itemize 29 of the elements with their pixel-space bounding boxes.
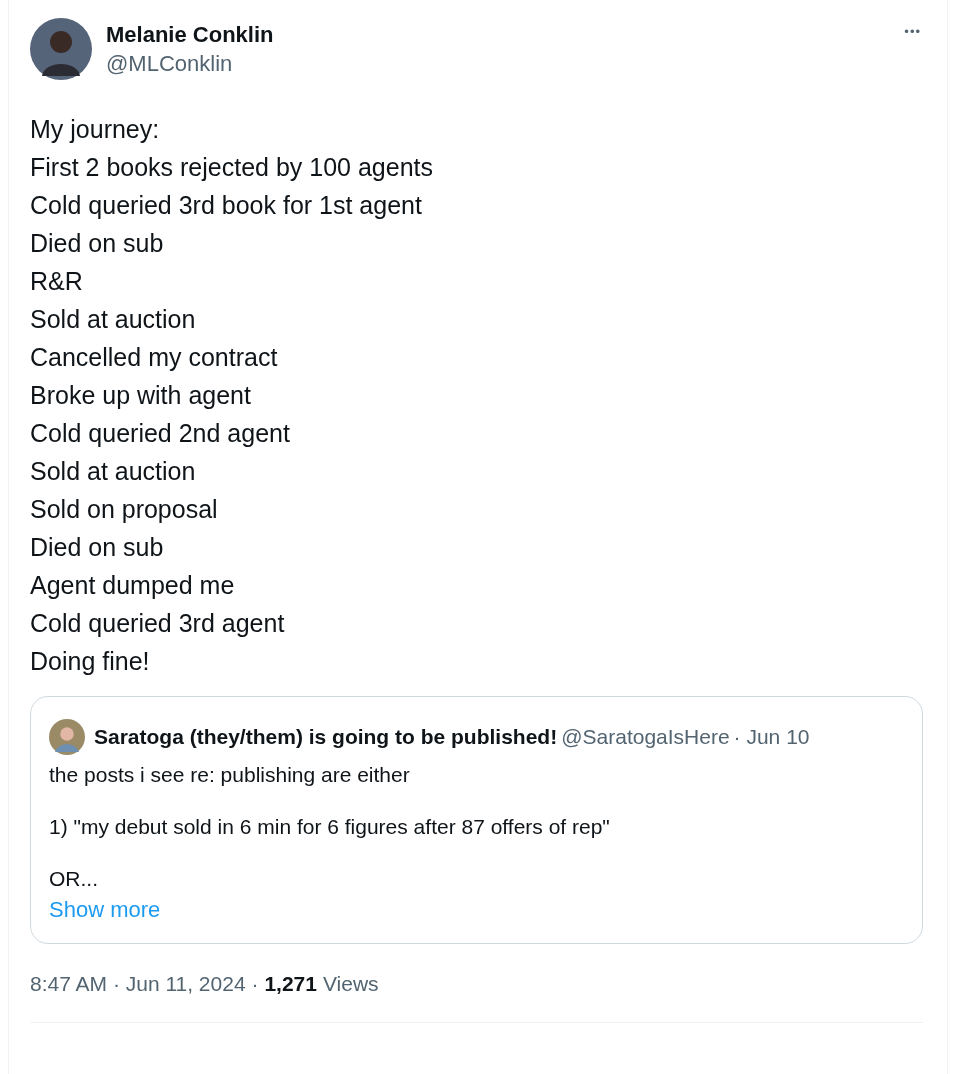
avatar-icon[interactable] [30,18,92,80]
quoted-tweet-text: 1) "my debut sold in 6 min for 6 figures after 87 offers of rep" [49,814,611,840]
quoted-author-handle[interactable]: @SaratogaIsHere [561,725,730,749]
tweet-text-line: First 2 books rejected by 100 agents [30,152,434,183]
tweet-timestamp[interactable]: 8:47 AM · Jun 11, 2024 · [30,972,259,996]
tweet-text-line: Cancelled my contract [30,342,279,373]
author-handle[interactable]: @MLConklin [106,49,274,79]
tweet-text-line: Cold queried 2nd agent [30,418,291,449]
quoted-tweet-card[interactable]: Saratoga (they/them) is going to be published! @SaratogaIsHere · Jun 10 the posts i see re: publishing are either 1) "my debut sold in 6 min for 6 figures after 87 offers of rep" OR... Show more [30,696,923,944]
more-button[interactable]: ••• [902,22,923,41]
tweet-text-line: Cold queried 3rd agent [30,608,286,639]
quoted-author-name[interactable]: Saratoga (they/them) is going to be published! [94,725,558,749]
tweet-text-line: Sold on proposal [30,494,219,525]
author-name[interactable]: Melanie Conklin [106,21,274,49]
tweet-text-line: Sold at auction [30,304,197,335]
tweet-text-line: My journey: [30,114,161,145]
tweet-text-line: Died on sub [30,228,165,259]
views-label: Views [323,972,379,996]
tweet-text-line: Cold queried 3rd book for 1st agent [30,190,423,221]
quoted-tweet-text: the posts i see re: publishing are either [49,762,411,788]
tweet-text-line: R&R [30,266,84,297]
tweet-text-line: Doing fine! [30,646,151,677]
views-count: 1,271 [264,972,317,996]
tweet-text-line: Broke up with agent [30,380,252,411]
tweet-text-line: Agent dumped me [30,570,236,601]
quoted-tweet-date[interactable]: · Jun 10 [733,725,810,749]
tweet-text-line: Sold at auction [30,456,197,487]
quoted-tweet-text: OR... [49,866,99,892]
tweet-text-line: Died on sub [30,532,165,563]
